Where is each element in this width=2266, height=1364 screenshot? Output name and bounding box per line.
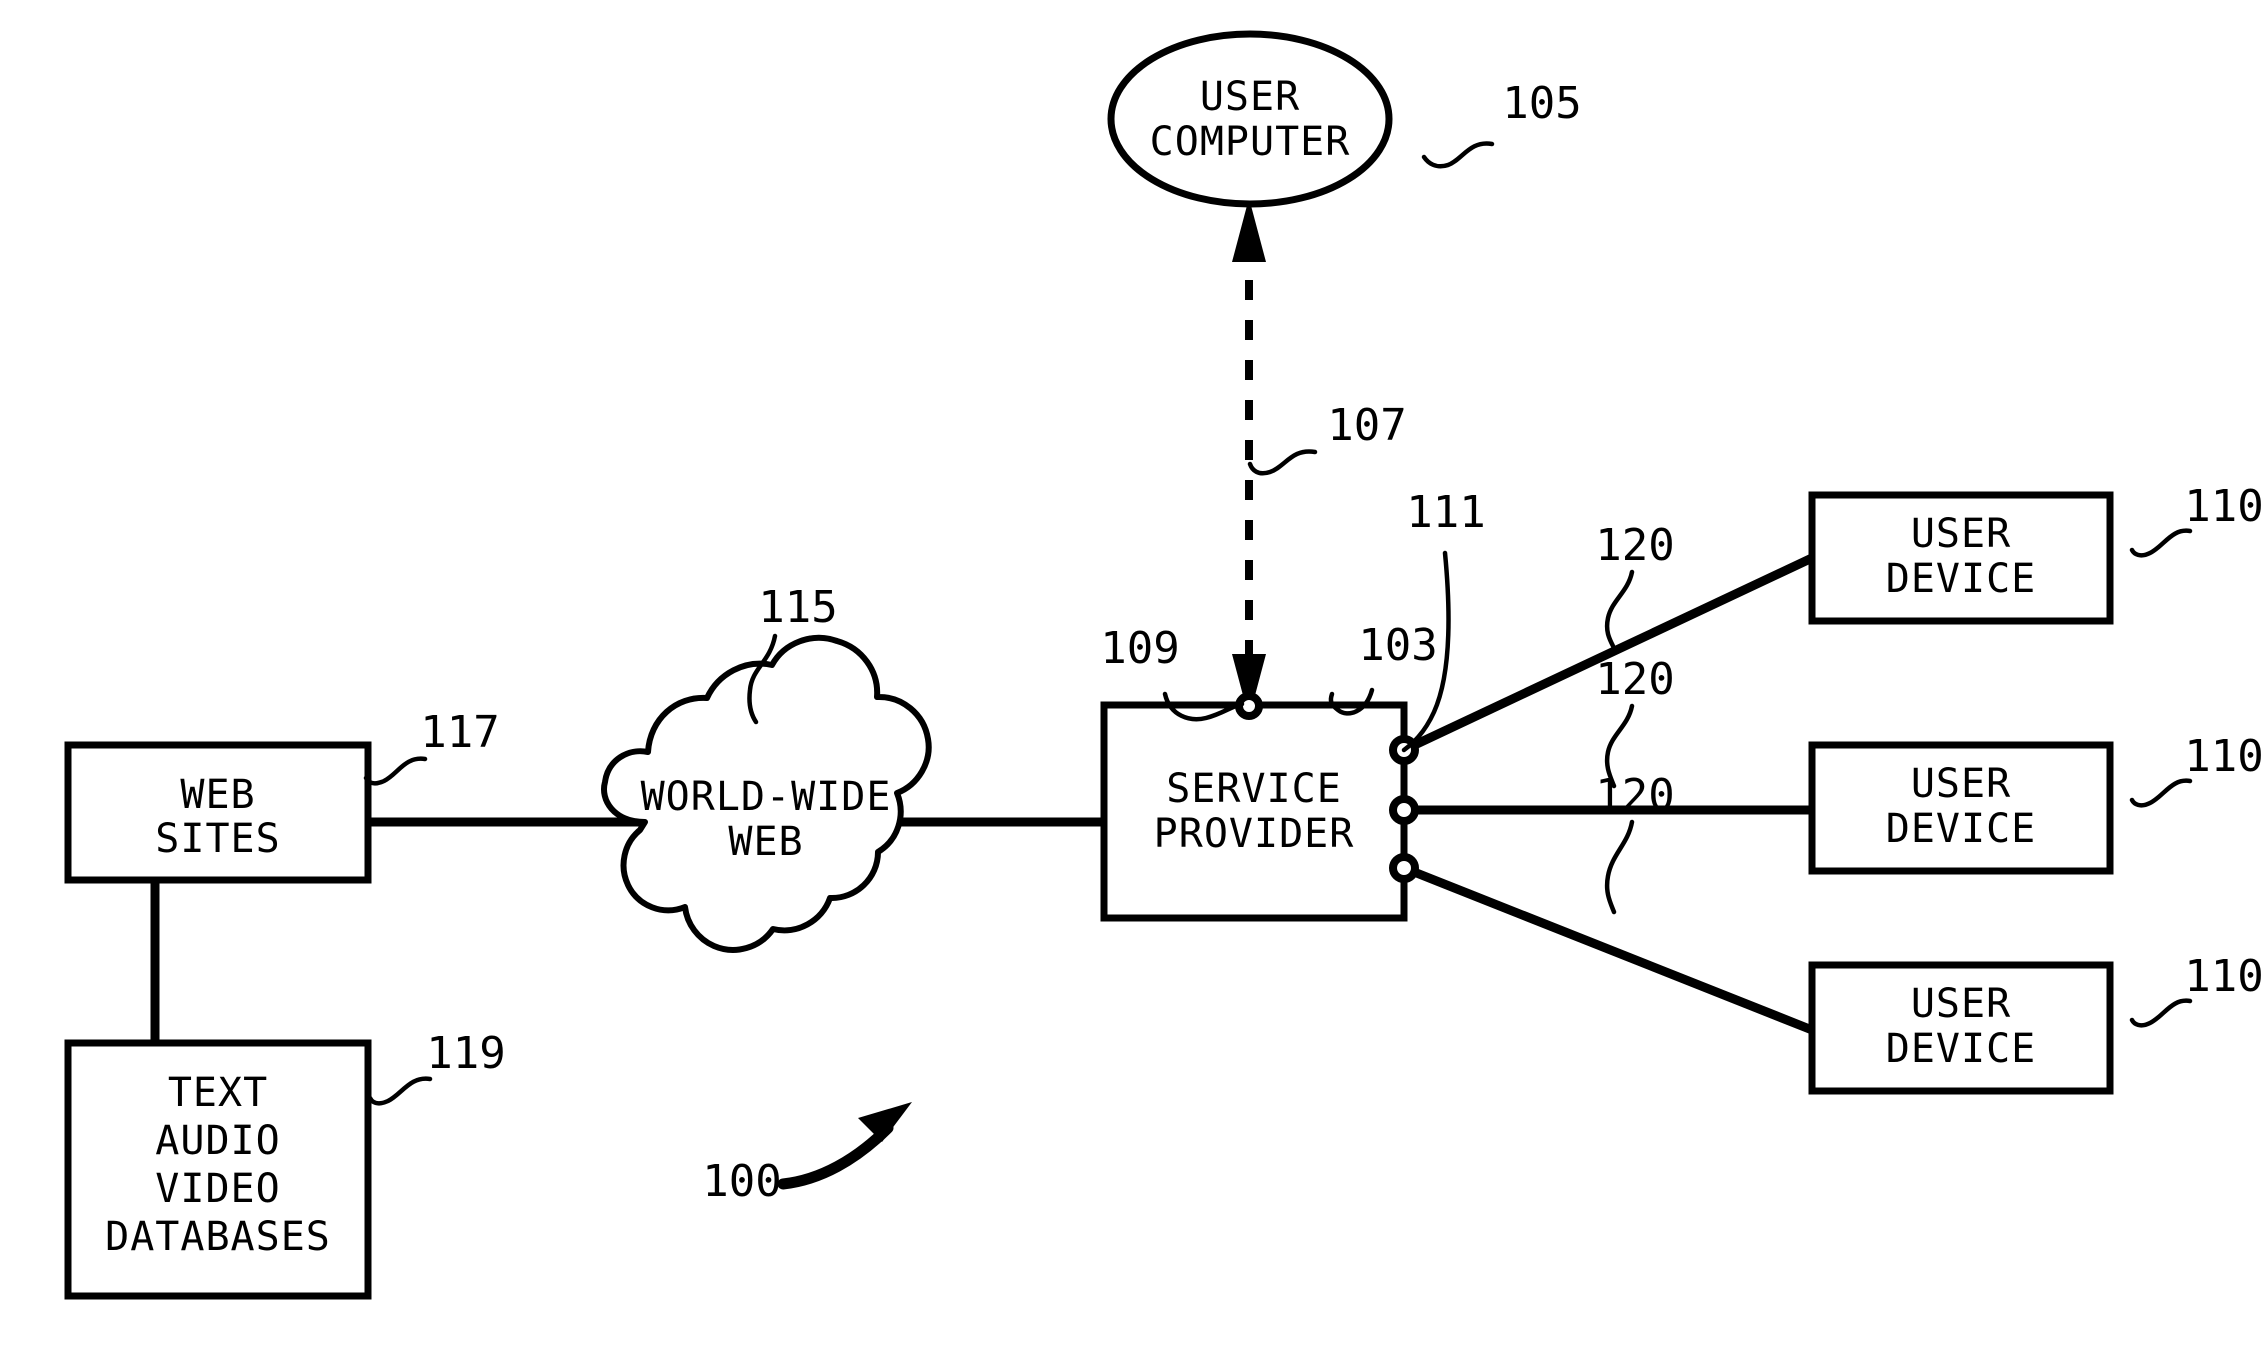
ref-115: 115 xyxy=(758,582,837,633)
ref-120-link-2: 120 xyxy=(1595,654,1674,705)
figure-arrowhead-icon xyxy=(858,1102,912,1142)
service-provider-label-line1: SERVICE xyxy=(1166,766,1342,812)
user-device-2-label-line1: USER xyxy=(1911,761,2011,807)
ref-117: 117 xyxy=(420,707,499,758)
leader-107 xyxy=(1247,449,1318,476)
ref-120-link-1: 120 xyxy=(1595,520,1674,571)
web-label-line2: WEB xyxy=(728,819,803,865)
ref-110-device-1: 110 xyxy=(2184,481,2263,532)
ref-103: 103 xyxy=(1358,620,1437,671)
user-device-2-label-line2: DEVICE xyxy=(1886,806,2037,852)
user-device-3-label-line2: DEVICE xyxy=(1886,1026,2037,1072)
ref-110-device-3: 110 xyxy=(2184,951,2263,1002)
ref-111: 111 xyxy=(1406,487,1485,538)
ref-109: 109 xyxy=(1100,623,1179,674)
ref-107: 107 xyxy=(1327,400,1406,451)
arrowhead-up-icon xyxy=(1232,198,1266,262)
port-right-3-service-provider[interactable] xyxy=(1389,853,1419,883)
figure-arrow-shaft xyxy=(777,1122,894,1190)
leader-110-device-2 xyxy=(2129,778,2193,808)
ref-120-link-3: 120 xyxy=(1595,770,1674,821)
user-device-1-label-line2: DEVICE xyxy=(1886,556,2037,602)
user-computer-label-line2: COMPUTER xyxy=(1150,119,1351,165)
web-sites-label-line2: SITES xyxy=(155,816,280,862)
user-device-1-label-line1: USER xyxy=(1911,511,2011,557)
patent-figure: USER COMPUTER WEB SITES TEXT AUDIO VIDEO… xyxy=(0,0,2266,1364)
databases-label-line4: DATABASES xyxy=(105,1214,331,1260)
leader-120-link-1 xyxy=(1604,569,1635,651)
leader-119 xyxy=(367,1076,433,1106)
user-computer-label-line1: USER xyxy=(1200,74,1300,120)
ref-119: 119 xyxy=(426,1028,505,1079)
user-device-3-label-line1: USER xyxy=(1911,981,2011,1027)
databases-label-line2: AUDIO xyxy=(155,1118,280,1164)
leader-105 xyxy=(1421,141,1495,169)
databases-label-line1: TEXT xyxy=(168,1070,268,1116)
leader-110-device-3 xyxy=(2129,998,2193,1028)
leader-110-device-1 xyxy=(2129,528,2193,558)
ref-105: 105 xyxy=(1502,78,1581,129)
ref-110-device-2: 110 xyxy=(2184,731,2263,782)
leader-120-link-3 xyxy=(1604,819,1635,915)
port-right-2-service-provider[interactable] xyxy=(1389,795,1419,825)
web-label-line1: WORLD-WIDE xyxy=(641,774,892,820)
service-provider-label-line2: PROVIDER xyxy=(1154,811,1355,857)
ref-100-figure: 100 xyxy=(702,1156,781,1207)
web-sites-label-line1: WEB xyxy=(180,772,255,818)
leader-117 xyxy=(363,756,428,786)
databases-label-line3: VIDEO xyxy=(155,1166,280,1212)
figure-canvas: USER COMPUTER WEB SITES TEXT AUDIO VIDEO… xyxy=(64,30,2264,1300)
